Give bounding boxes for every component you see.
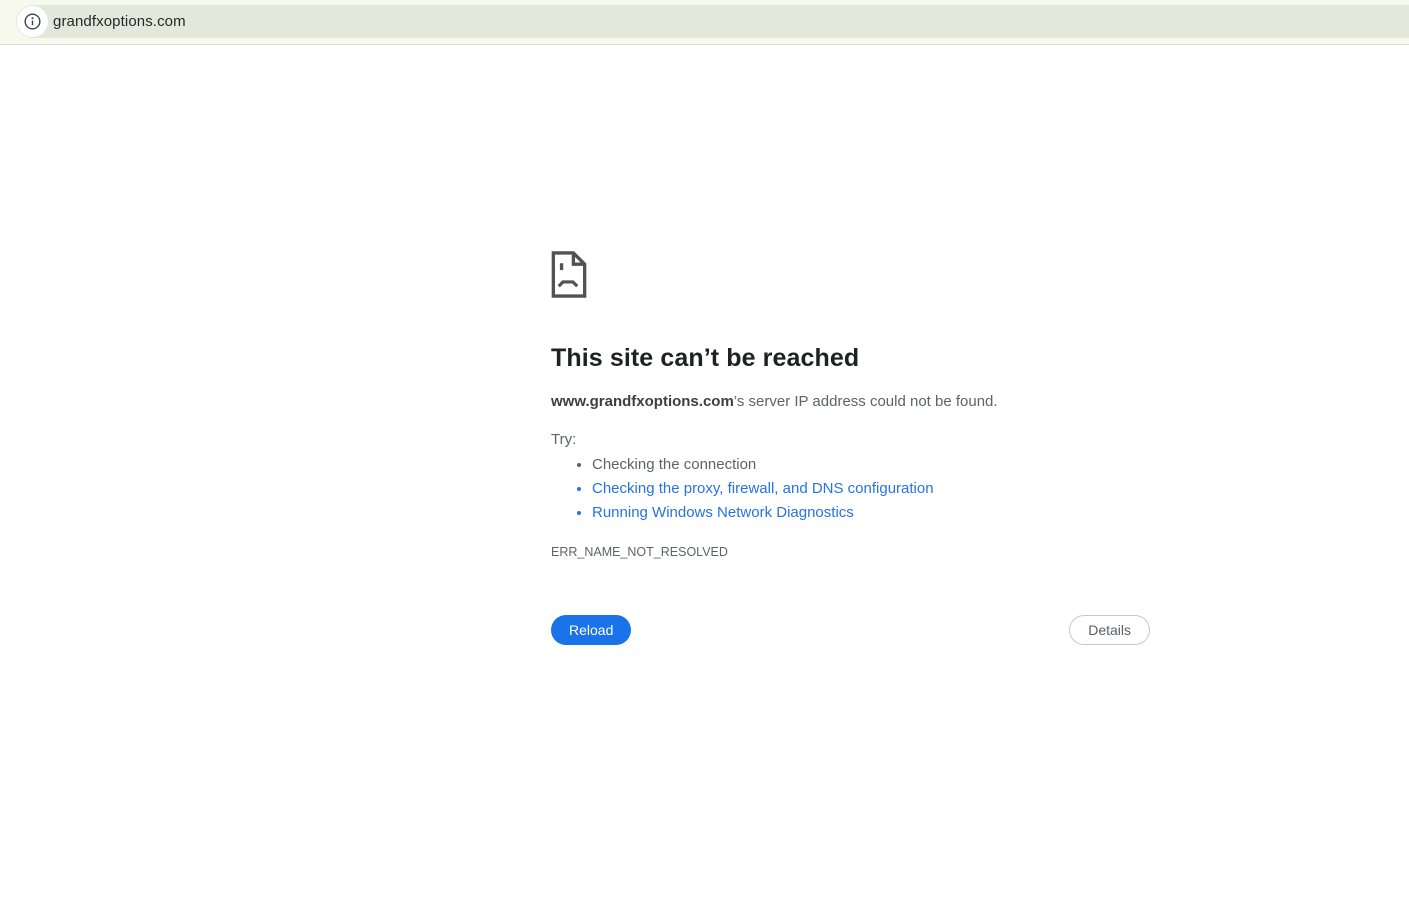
error-message: www.grandfxoptions.com’s server IP addre…	[551, 392, 1150, 412]
info-icon	[24, 13, 41, 30]
button-row: Reload Details	[551, 615, 1150, 645]
error-message-rest: ’s server IP address could not be found.	[733, 393, 998, 410]
suggestion-checking-connection: Checking the connection	[592, 453, 1150, 477]
try-label: Try:	[551, 431, 577, 448]
error-page: This site can’t be reached www.grandfxop…	[0, 45, 1409, 923]
sad-file-icon	[551, 251, 587, 298]
address-bar[interactable]: grandfxoptions.com	[16, 5, 1409, 38]
error-content: This site can’t be reached www.grandfxop…	[551, 251, 1150, 645]
suggestion-network-diagnostics-link[interactable]: Running Windows Network Diagnostics	[592, 501, 1150, 525]
browser-toolbar: grandfxoptions.com	[0, 0, 1409, 45]
reload-button[interactable]: Reload	[551, 615, 632, 645]
error-code: ERR_NAME_NOT_RESOLVED	[551, 545, 728, 559]
suggestion-proxy-firewall-dns-link[interactable]: Checking the proxy, firewall, and DNS co…	[592, 477, 1150, 501]
suggestion-list: Checking the connection Checking the pro…	[551, 453, 1150, 525]
site-info-chip[interactable]	[17, 6, 48, 37]
details-button[interactable]: Details	[1069, 615, 1150, 645]
error-title: This site can’t be reached	[551, 344, 860, 372]
address-bar-url[interactable]: grandfxoptions.com	[53, 13, 186, 30]
error-domain: www.grandfxoptions.com	[551, 393, 734, 410]
